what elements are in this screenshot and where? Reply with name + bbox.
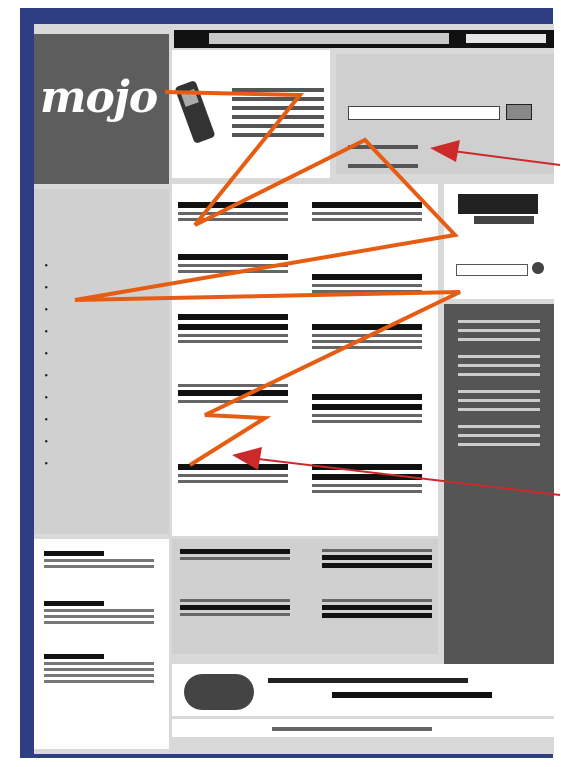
eye-path-overlay	[74, 90, 561, 496]
arrow-icon	[430, 140, 460, 162]
arrow-line	[249, 457, 561, 496]
arrow-icon	[232, 447, 262, 470]
arrow-line	[444, 149, 561, 166]
eye-path-line	[74, 90, 461, 467]
